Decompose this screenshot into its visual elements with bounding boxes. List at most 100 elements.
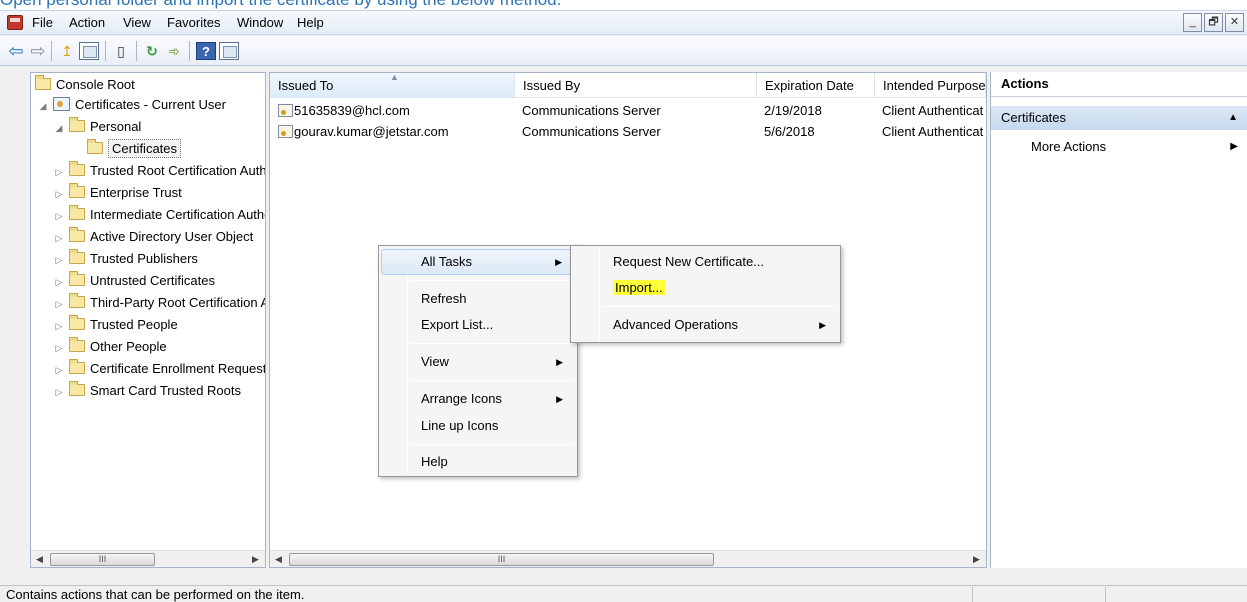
all-tasks-submenu: Request New Certificate... Import... Adv… <box>570 245 841 343</box>
scrollbar-thumb[interactable]: III <box>50 553 155 566</box>
column-intended-purposes[interactable]: Intended Purposes <box>875 73 986 98</box>
tree-node-active-directory[interactable]: ▷ Active Directory User Object <box>53 227 265 248</box>
folder-icon <box>87 139 103 154</box>
collapsed-triangle-icon[interactable]: ▷ <box>53 184 65 204</box>
menu-item-refresh[interactable]: Refresh <box>381 286 575 312</box>
menu-item-line-up-icons[interactable]: Line up Icons <box>381 413 575 439</box>
table-row[interactable]: 51635839@hcl.com <box>278 100 514 121</box>
tree-node-certificates[interactable]: Certificates <box>87 139 182 160</box>
tree-node-intermediate[interactable]: ▷Intermediate Certification Authorities <box>53 205 265 226</box>
folder-icon <box>69 315 85 330</box>
context-menu: All Tasks ▶ Refresh Export List... View … <box>378 245 578 477</box>
clipboard-icon[interactable]: ▯ <box>111 42 131 60</box>
certificate-icon <box>278 125 293 138</box>
toolbar-separator <box>105 41 106 61</box>
tree-node-console-root[interactable]: Console Root <box>35 75 135 96</box>
menu-help[interactable]: Help <box>297 15 324 31</box>
table-row[interactable]: gourav.kumar@jetstar.com <box>278 121 514 142</box>
tree-node-personal[interactable]: ◢ Personal <box>53 117 141 138</box>
collapsed-triangle-icon[interactable]: ▷ <box>53 382 65 402</box>
tree-node-enrollment-requests[interactable]: ▷ Certificate Enrollment Requests <box>53 359 265 380</box>
menu-window[interactable]: Window <box>237 15 283 31</box>
minimize-icon[interactable]: _ <box>1183 13 1202 32</box>
up-folder-icon[interactable]: ↥ <box>57 42 77 60</box>
export-list-icon[interactable]: ➾ <box>164 42 184 60</box>
collapsed-triangle-icon[interactable]: ▷ <box>53 162 65 182</box>
row-issued-by: Communications Server <box>522 124 661 139</box>
actions-group-certificates[interactable]: Certificates ▲ <box>991 106 1247 130</box>
tree-horizontal-scrollbar[interactable]: ◀ III ▶ <box>31 550 265 567</box>
collapsed-triangle-icon[interactable]: ▷ <box>53 360 65 380</box>
menu-separator <box>411 280 573 281</box>
window-controls: _ 🗗 ✕ <box>1183 13 1244 32</box>
tree-node-untrusted[interactable]: ▷ Untrusted Certificates <box>53 271 265 292</box>
expanded-triangle-icon[interactable]: ◢ <box>53 118 65 138</box>
back-arrow-icon[interactable]: ⇦ <box>6 42 26 60</box>
menu-item-request-new-certificate[interactable]: Request New Certificate... <box>573 249 838 275</box>
menu-item-arrange-icons[interactable]: Arrange Icons ▶ <box>381 386 575 412</box>
scroll-right-icon[interactable]: ▶ <box>968 551 985 568</box>
folder-icon <box>69 227 85 242</box>
menu-item-import[interactable]: Import... <box>573 275 838 301</box>
collapsed-triangle-icon[interactable]: ▷ <box>53 206 65 226</box>
tree-node-trusted-publishers[interactable]: ▷ Trusted Publishers <box>53 249 265 270</box>
column-issued-to[interactable]: ▲ Issued To <box>270 73 515 98</box>
menu-item-all-tasks[interactable]: All Tasks ▶ <box>381 249 575 275</box>
instruction-caption: Open personal folder and import the cert… <box>0 0 1247 10</box>
show-hide-tree-icon[interactable] <box>79 42 99 60</box>
folder-icon <box>69 161 85 176</box>
column-expiration-date[interactable]: Expiration Date <box>757 73 875 98</box>
close-icon[interactable]: ✕ <box>1225 13 1244 32</box>
collapsed-triangle-icon[interactable]: ▷ <box>53 228 65 248</box>
menu-action[interactable]: Action <box>69 15 105 31</box>
forward-arrow-icon[interactable]: ⇨ <box>28 42 48 60</box>
submenu-arrow-icon: ▶ <box>556 357 563 367</box>
mmc-app-icon[interactable] <box>7 15 23 30</box>
help-icon[interactable]: ? <box>196 42 216 60</box>
menu-item-export-list[interactable]: Export List... <box>381 312 575 338</box>
collapsed-triangle-icon[interactable]: ▷ <box>53 316 65 336</box>
folder-icon <box>69 293 85 308</box>
tree-node-trusted-people[interactable]: ▷ Trusted People <box>53 315 265 336</box>
collapsed-triangle-icon[interactable]: ▷ <box>53 338 65 358</box>
tree-node-certificates-current-user[interactable]: ◢ Certificates - Current User <box>37 95 226 116</box>
menu-item-help[interactable]: Help <box>381 449 575 475</box>
submenu-arrow-icon: ▶ <box>555 257 562 267</box>
collapsed-triangle-icon[interactable]: ▷ <box>53 250 65 270</box>
menu-bar: File Action View Favorites Window Help _… <box>0 11 1247 35</box>
more-actions-item[interactable]: More Actions ▶ <box>1031 136 1247 158</box>
scrollbar-thumb[interactable]: III <box>289 553 714 566</box>
row-expiration: 2/19/2018 <box>764 103 822 118</box>
expanded-triangle-icon[interactable]: ◢ <box>37 96 49 116</box>
folder-icon <box>69 183 85 198</box>
menu-separator <box>411 343 573 344</box>
menu-favorites[interactable]: Favorites <box>167 15 220 31</box>
actions-header: Actions <box>991 72 1247 97</box>
show-hide-action-pane-icon[interactable] <box>219 42 239 60</box>
scroll-left-icon[interactable]: ◀ <box>31 551 48 568</box>
toolbar-separator <box>189 41 190 61</box>
folder-icon <box>69 249 85 264</box>
list-horizontal-scrollbar[interactable]: ◀ III ▶ <box>270 550 986 567</box>
refresh-icon[interactable]: ↻ <box>142 42 162 60</box>
tree-node-smart-card-roots[interactable]: ▷ Smart Card Trusted Roots <box>53 381 265 402</box>
selected-node-label: Certificates <box>108 139 182 158</box>
tree-node-trusted-root[interactable]: ▷Trusted Root Certification Authorities <box>53 161 265 182</box>
scroll-left-icon[interactable]: ◀ <box>270 551 287 568</box>
restore-icon[interactable]: 🗗 <box>1204 13 1223 32</box>
collapsed-triangle-icon[interactable]: ▷ <box>53 272 65 292</box>
menu-item-view[interactable]: View ▶ <box>381 349 575 375</box>
column-issued-by[interactable]: Issued By <box>515 73 757 98</box>
menu-view[interactable]: View <box>123 15 151 31</box>
scroll-right-icon[interactable]: ▶ <box>247 551 264 568</box>
tree-node-third-party-root[interactable]: ▷Third-Party Root Certification Authorit… <box>53 293 265 314</box>
collapsed-triangle-icon[interactable]: ▷ <box>53 294 65 314</box>
collapse-up-icon[interactable]: ▲ <box>1228 106 1238 130</box>
row-purpose: Client Authentication <box>882 103 984 118</box>
status-divider <box>972 587 973 602</box>
tree-node-other-people[interactable]: ▷ Other People <box>53 337 265 358</box>
menu-file[interactable]: File <box>32 15 53 31</box>
menu-item-advanced-operations[interactable]: Advanced Operations ▶ <box>573 312 838 338</box>
tree-node-enterprise-trust[interactable]: ▷ Enterprise Trust <box>53 183 265 204</box>
menu-separator <box>411 380 573 381</box>
